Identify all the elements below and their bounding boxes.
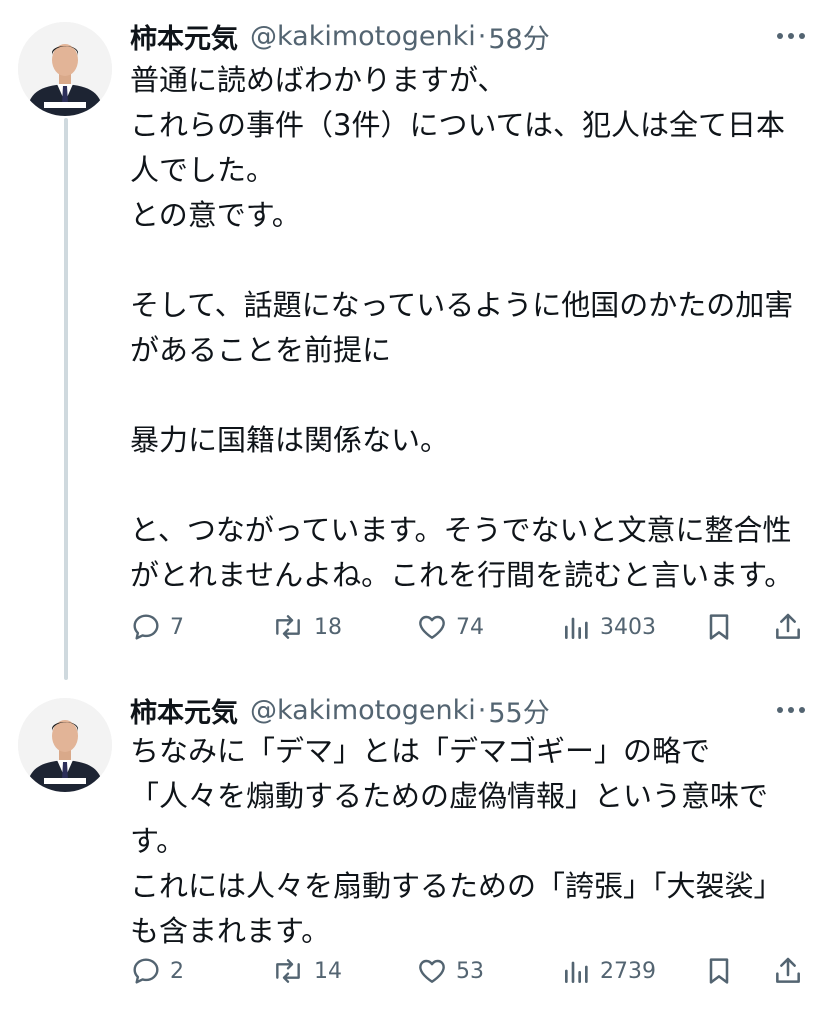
- more-icon[interactable]: [776, 24, 806, 48]
- views-button[interactable]: 3403: [562, 607, 656, 647]
- tweet-text: ちなみに「デマ」とは「デマゴギー」の略で 「人々を煽動するための虚偽情報」という…: [130, 734, 783, 948]
- author-name[interactable]: 柿本元気: [130, 17, 238, 56]
- reply-count: 7: [170, 614, 184, 640]
- retweet-icon: [270, 611, 306, 643]
- like-count: 53: [456, 958, 484, 984]
- reply-count: 2: [170, 958, 184, 984]
- views-button[interactable]: 2739: [562, 951, 656, 991]
- avatar[interactable]: [18, 698, 112, 792]
- separator-dot: ·: [477, 694, 487, 726]
- retweet-count: 14: [314, 958, 342, 984]
- share-icon: [773, 955, 803, 987]
- author-name[interactable]: 柿本元気: [130, 691, 238, 730]
- like-button[interactable]: 74: [416, 607, 484, 647]
- views-icon: [562, 611, 592, 643]
- tweet-text: 普通に読めばわかりますが、 これらの事件（3件）については、犯人は全て日本人でし…: [130, 63, 794, 592]
- retweet-count: 18: [314, 614, 342, 640]
- like-button[interactable]: 53: [416, 951, 484, 991]
- views-count: 3403: [600, 614, 656, 640]
- retweet-button[interactable]: 18: [270, 607, 342, 647]
- bookmark-button[interactable]: [704, 607, 734, 647]
- thread-connector-line: [64, 118, 68, 680]
- heart-icon: [416, 611, 448, 643]
- tweet-timestamp[interactable]: 58分: [488, 17, 549, 56]
- share-button[interactable]: [773, 607, 803, 647]
- reply-icon: [130, 611, 162, 643]
- views-icon: [562, 955, 592, 987]
- views-count: 2739: [600, 958, 656, 984]
- tweet-header: 柿本元気 @kakimotogenki · 55分: [130, 690, 550, 730]
- like-count: 74: [456, 614, 484, 640]
- reply-icon: [130, 955, 162, 987]
- separator-dot: ·: [477, 20, 487, 52]
- retweet-icon: [270, 955, 306, 987]
- tweet-header: 柿本元気 @kakimotogenki · 58分: [130, 16, 550, 56]
- avatar[interactable]: [18, 22, 112, 116]
- author-handle[interactable]: @kakimotogenki: [250, 21, 476, 52]
- tweet-actions: 7 18 74 3403: [130, 607, 810, 647]
- retweet-button[interactable]: 14: [270, 951, 342, 991]
- reply-button[interactable]: 2: [130, 951, 184, 991]
- more-icon[interactable]: [776, 698, 806, 722]
- bookmark-icon: [704, 611, 734, 643]
- tweet-timestamp[interactable]: 55分: [488, 691, 549, 730]
- bookmark-button[interactable]: [704, 951, 734, 991]
- share-icon: [773, 611, 803, 643]
- bookmark-icon: [704, 955, 734, 987]
- author-handle[interactable]: @kakimotogenki: [250, 695, 476, 726]
- reply-button[interactable]: 7: [130, 607, 184, 647]
- share-button[interactable]: [773, 951, 803, 991]
- heart-icon: [416, 955, 448, 987]
- tweet-actions: 2 14 53 2739: [130, 951, 810, 991]
